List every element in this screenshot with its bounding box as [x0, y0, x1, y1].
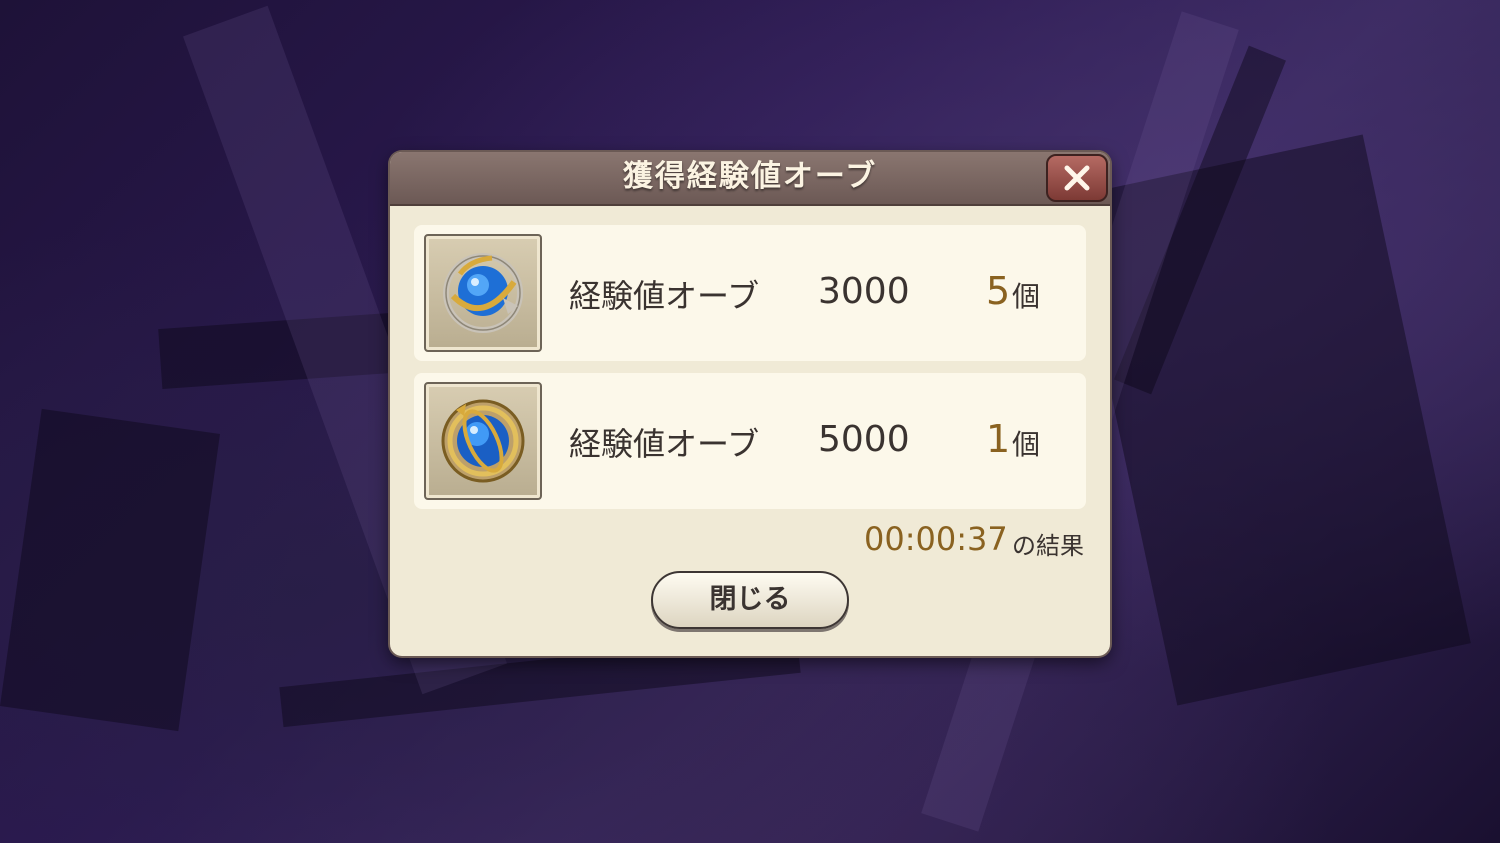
list-item: 経験値オーブ 3000 5 個	[414, 225, 1086, 361]
item-value: 5000	[818, 419, 910, 460]
item-unit: 個	[1012, 428, 1041, 461]
elapsed-time: 00:00:37	[864, 520, 1008, 558]
item-count: 5	[986, 269, 1011, 313]
close-dialog-button[interactable]: 閉じる	[651, 571, 849, 629]
experience-orb-large-icon	[424, 382, 542, 500]
item-name: 経験値オーブ	[569, 277, 760, 315]
list-item: 経験値オーブ 5000 1 個	[414, 373, 1086, 509]
elapsed-time-suffix: の結果	[1012, 532, 1084, 560]
experience-orb-dialog: 獲得経験値オーブ 経験値オーブ 3000 5 個 経験値オーブ 5000 1 個…	[390, 152, 1110, 656]
dialog-title: 獲得経験値オーブ	[622, 159, 878, 194]
item-name: 経験値オーブ	[569, 425, 760, 463]
item-value: 3000	[818, 271, 910, 312]
close-button[interactable]	[1046, 154, 1108, 202]
experience-orb-small-icon	[424, 234, 542, 352]
item-count: 1	[986, 417, 1011, 461]
item-unit: 個	[1012, 280, 1041, 313]
close-icon	[1064, 165, 1090, 191]
